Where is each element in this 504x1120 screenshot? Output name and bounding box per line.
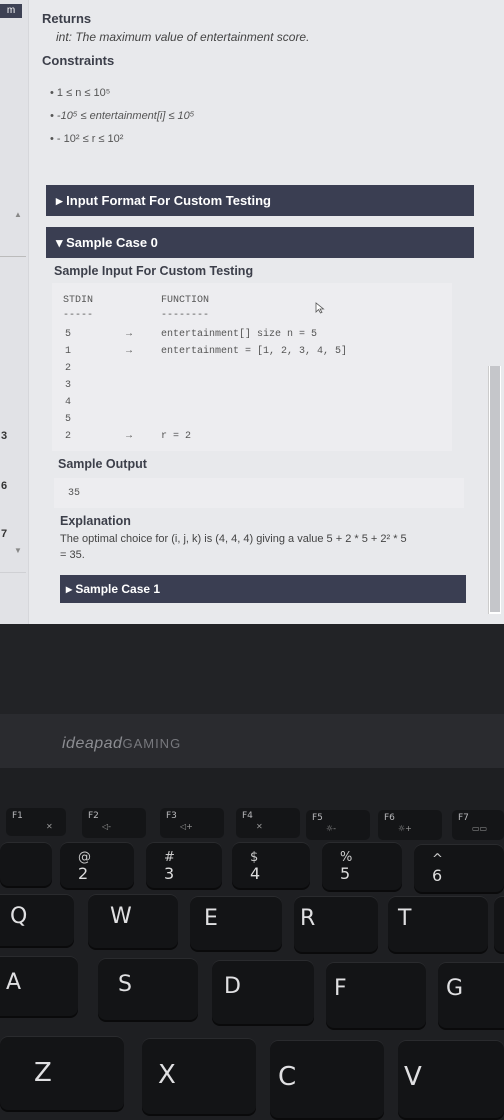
f4-key[interactable]: F4 ✕ bbox=[236, 808, 300, 838]
function-label: FUNCTION bbox=[161, 295, 210, 306]
sample-output-panel: 35 bbox=[54, 478, 464, 508]
key-a[interactable]: A bbox=[0, 956, 78, 1016]
gutter-line bbox=[0, 572, 26, 573]
f1-key[interactable]: F1 ✕ bbox=[6, 808, 66, 836]
key-v[interactable]: V bbox=[398, 1040, 504, 1118]
sample-input-heading: Sample Input For Custom Testing bbox=[54, 264, 254, 278]
key-s[interactable]: S bbox=[98, 958, 198, 1020]
sample-case-0-toggle[interactable]: ▾ Sample Case 0 bbox=[46, 227, 474, 258]
stdin-value: 2 bbox=[65, 431, 72, 442]
input-format-toggle[interactable]: ▸ Input Format For Custom Testing bbox=[46, 185, 474, 216]
arrow-icon: → bbox=[126, 431, 133, 442]
function-value: entertainment = [1, 2, 3, 4, 5] bbox=[161, 346, 348, 357]
constraint-item: • -10⁵ ≤ entertainment[i] ≤ 10⁵ bbox=[50, 110, 195, 122]
key-q[interactable]: Q bbox=[0, 894, 74, 946]
stdin-value: 3 bbox=[65, 380, 72, 391]
key-5[interactable]: % 5 bbox=[322, 842, 402, 890]
key-1[interactable] bbox=[0, 842, 52, 886]
key-r[interactable]: R bbox=[294, 896, 378, 952]
key-y[interactable] bbox=[494, 896, 504, 952]
returns-heading: Returns bbox=[42, 11, 92, 26]
key-f[interactable]: F bbox=[326, 962, 426, 1028]
arrow-icon: → bbox=[126, 346, 133, 357]
gutter-tab[interactable]: m bbox=[0, 4, 22, 18]
stdin-value: 1 bbox=[65, 346, 72, 357]
editor-gutter: m ▲ 3 6 7 ▼ bbox=[0, 0, 29, 624]
screen: m ▲ 3 6 7 ▼ Returns int: The maximum val… bbox=[0, 0, 504, 624]
sample-case-1-toggle[interactable]: ▸ Sample Case 1 bbox=[60, 575, 466, 603]
f7-key[interactable]: F7 ▭▭ bbox=[452, 810, 504, 840]
key-x[interactable]: X bbox=[142, 1038, 256, 1114]
stdin-value: 4 bbox=[65, 397, 72, 408]
key-g[interactable]: G bbox=[438, 962, 504, 1028]
sample-input-panel: STDIN FUNCTION ----- -------- 5 → entert… bbox=[52, 283, 452, 451]
stdin-value: 5 bbox=[65, 329, 72, 340]
constraint-item: • - 10² ≤ r ≤ 10² bbox=[50, 133, 124, 145]
constraints-heading: Constraints bbox=[42, 53, 115, 68]
stdin-label: STDIN bbox=[63, 295, 94, 306]
returns-text: int: The maximum value of entertainment … bbox=[56, 30, 310, 44]
chevron-up-icon[interactable]: ▲ bbox=[14, 210, 22, 219]
key-z[interactable]: Z bbox=[0, 1036, 124, 1110]
f3-key[interactable]: F3 ◁+ bbox=[160, 808, 224, 838]
gutter-number: 7 bbox=[1, 528, 8, 540]
function-value: r = 2 bbox=[161, 431, 192, 442]
gutter-divider bbox=[0, 256, 26, 257]
key-e[interactable]: E bbox=[190, 896, 282, 950]
f5-key[interactable]: F5 ☼- bbox=[306, 810, 370, 840]
key-d[interactable]: D bbox=[212, 960, 314, 1024]
chevron-down-icon[interactable]: ▼ bbox=[14, 546, 22, 555]
mouse-cursor-icon bbox=[315, 302, 325, 314]
explanation-text: = 35. bbox=[60, 549, 85, 561]
f6-key[interactable]: F6 ☼+ bbox=[378, 810, 442, 840]
sample-output-value: 35 bbox=[68, 488, 81, 499]
stdin-dashes: ----- bbox=[63, 310, 94, 321]
arrow-icon: → bbox=[126, 329, 133, 340]
stdin-value: 2 bbox=[65, 363, 72, 374]
monitor-bezel bbox=[0, 624, 504, 720]
key-2[interactable]: @2 bbox=[60, 842, 134, 888]
key-c[interactable]: C bbox=[270, 1040, 384, 1118]
function-dashes: -------- bbox=[161, 310, 210, 321]
sample-output-heading: Sample Output bbox=[58, 457, 147, 471]
stdin-value: 5 bbox=[65, 414, 72, 425]
problem-statement: Returns int: The maximum value of entert… bbox=[36, 0, 480, 624]
scrollbar-thumb[interactable] bbox=[490, 366, 500, 612]
brand-logo: ideapadGAMING bbox=[62, 735, 182, 752]
key-6[interactable]: ^ 6 bbox=[414, 844, 504, 892]
key-t[interactable]: T bbox=[388, 896, 488, 952]
f2-key[interactable]: F2 ◁- bbox=[82, 808, 146, 838]
function-value: entertainment[] size n = 5 bbox=[161, 329, 318, 340]
explanation-text: The optimal choice for (i, j, k) is (4, … bbox=[60, 533, 407, 545]
key-3[interactable]: #3 bbox=[146, 842, 222, 888]
constraint-item: • 1 ≤ n ≤ 10⁵ bbox=[50, 87, 111, 99]
explanation-heading: Explanation bbox=[60, 514, 131, 528]
gutter-number: 3 bbox=[1, 430, 8, 442]
key-w[interactable]: W bbox=[88, 894, 178, 948]
gutter-number: 6 bbox=[1, 480, 8, 492]
key-4[interactable]: $4 bbox=[232, 842, 310, 888]
